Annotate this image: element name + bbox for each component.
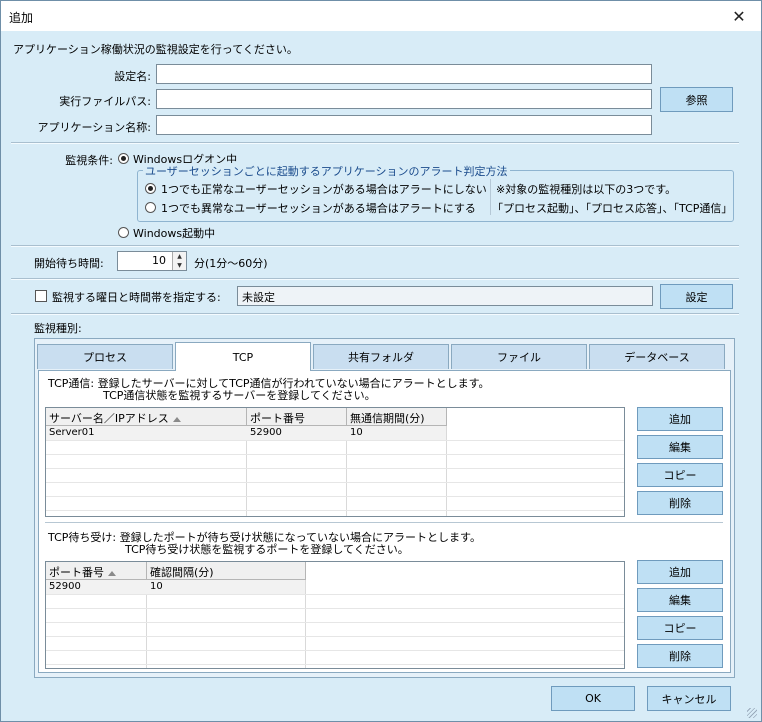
- column-header-listen-port-label: ポート番号: [49, 566, 104, 579]
- grid-line: [46, 622, 624, 623]
- radio-normal-session-label: 1つでも正常なユーザーセッションがある場合はアラートにしない: [161, 183, 487, 196]
- spin-up-icon[interactable]: ▲: [172, 252, 186, 261]
- grid-line: [46, 482, 624, 483]
- radio-abnormal-session[interactable]: [145, 202, 156, 213]
- tcp-listen-desc-2: TCP待ち受け状態を監視するポートを登録してください。: [125, 543, 409, 556]
- grid-line: [46, 608, 624, 609]
- tcp-comm-copy-button[interactable]: コピー: [637, 463, 723, 487]
- tcp-comm-desc-2: TCP通信状態を監視するサーバーを登録してください。: [103, 389, 376, 402]
- setting-name-label: 設定名:: [114, 70, 151, 83]
- sort-asc-icon: [108, 570, 116, 576]
- title-bar: 追加 ✕: [1, 1, 761, 31]
- app-name-label: アプリケーション名称:: [37, 121, 152, 134]
- tcp-listen-copy-button[interactable]: コピー: [637, 616, 723, 640]
- separator: [11, 313, 739, 315]
- grid-line: [46, 496, 624, 497]
- cancel-button[interactable]: キャンセル: [647, 686, 731, 711]
- grid-line: [46, 440, 624, 441]
- ok-button[interactable]: OK: [551, 686, 635, 711]
- schedule-label: 監視する曜日と時間帯を指定する:: [52, 291, 221, 304]
- grid-line: [46, 594, 624, 595]
- cell-listen-port: 52900: [49, 581, 81, 592]
- column-header-listen-port[interactable]: ポート番号: [46, 562, 147, 580]
- schedule-value: 未設定: [237, 286, 653, 306]
- alert-judgment-group-title: ユーザーセッションごとに起動するアプリケーションのアラート判定方法: [143, 163, 510, 179]
- radio-windows-startup[interactable]: [118, 227, 129, 238]
- tab-file[interactable]: ファイル: [451, 344, 587, 369]
- tcp-listen-add-button[interactable]: 追加: [637, 560, 723, 584]
- tcp-comm-add-button[interactable]: 追加: [637, 407, 723, 431]
- cell-server: Server01: [49, 427, 95, 438]
- tab-process[interactable]: プロセス: [37, 344, 173, 369]
- grid-line: [46, 454, 624, 455]
- intro-text: アプリケーション稼働状況の監視設定を行ってください。: [13, 43, 298, 56]
- note-line-1: ※対象の監視種別は以下の3つです。: [496, 183, 677, 196]
- wait-time-label: 開始待ち時間:: [34, 257, 104, 270]
- tab-shared-folder[interactable]: 共有フォルダ: [313, 344, 449, 369]
- tcp-comm-table[interactable]: サーバー名／IPアドレス ポート番号 無通信期間(分) Server01 529…: [45, 407, 625, 517]
- cell-check-interval: 10: [150, 581, 163, 592]
- grid-line: [46, 650, 624, 651]
- schedule-button[interactable]: 設定: [660, 284, 733, 309]
- tcp-comm-edit-button[interactable]: 編集: [637, 435, 723, 459]
- exe-path-label: 実行ファイルパス:: [59, 95, 151, 108]
- table-row[interactable]: Server01 52900 10: [46, 426, 446, 440]
- separator: [11, 142, 739, 144]
- column-header-server-label: サーバー名／IPアドレス: [49, 412, 169, 425]
- tab-tcp[interactable]: TCP: [175, 342, 311, 371]
- column-header-idle-period[interactable]: 無通信期間(分): [347, 408, 447, 426]
- grid-line: [46, 510, 624, 511]
- separator: [11, 245, 739, 247]
- cell-idle-period: 10: [350, 427, 363, 438]
- column-header-server[interactable]: サーバー名／IPアドレス: [46, 408, 247, 426]
- section-divider: [45, 522, 723, 523]
- browse-button[interactable]: 参照: [660, 87, 733, 112]
- note-line-2: 「プロセス起動」、「プロセス応答」、「TCP通信」: [492, 202, 733, 215]
- radio-windows-logon[interactable]: [118, 153, 129, 164]
- tab-database[interactable]: データベース: [589, 344, 725, 369]
- condition-label: 監視条件:: [65, 154, 113, 167]
- grid-line: [46, 636, 624, 637]
- tcp-listen-table[interactable]: ポート番号 確認間隔(分) 52900 10: [45, 561, 625, 669]
- monitor-type-label: 監視種別:: [34, 322, 82, 335]
- radio-abnormal-session-label: 1つでも異常なユーザーセッションがある場合はアラートにする: [161, 202, 476, 215]
- setting-name-input[interactable]: [156, 64, 652, 84]
- exe-path-input[interactable]: [156, 89, 652, 109]
- tcp-listen-delete-button[interactable]: 削除: [637, 644, 723, 668]
- column-header-port[interactable]: ポート番号: [247, 408, 347, 426]
- app-name-input[interactable]: [156, 115, 652, 135]
- sort-asc-icon: [172, 416, 181, 422]
- grid-line: [46, 468, 624, 469]
- grid-line: [46, 664, 624, 665]
- table-row[interactable]: 52900 10: [46, 580, 305, 594]
- separator: [11, 278, 739, 280]
- note-divider: [490, 179, 491, 215]
- column-header-check-interval[interactable]: 確認間隔(分): [147, 562, 306, 580]
- wait-time-value: 10: [152, 254, 166, 267]
- schedule-checkbox[interactable]: [35, 290, 47, 302]
- close-icon[interactable]: ✕: [717, 1, 761, 31]
- radio-normal-session[interactable]: [145, 183, 156, 194]
- spin-down-icon[interactable]: ▼: [172, 261, 186, 270]
- wait-time-spinner[interactable]: 10 ▲ ▼: [117, 251, 187, 271]
- tcp-listen-edit-button[interactable]: 編集: [637, 588, 723, 612]
- cell-port: 52900: [250, 427, 282, 438]
- radio-windows-startup-label: Windows起動中: [133, 227, 216, 240]
- add-dialog: 追加 ✕ アプリケーション稼働状況の監視設定を行ってください。 設定名: 実行フ…: [0, 0, 762, 722]
- window-title: 追加: [9, 11, 34, 25]
- wait-time-unit: 分(1分～60分): [194, 257, 268, 270]
- tcp-comm-delete-button[interactable]: 削除: [637, 491, 723, 515]
- resize-grip-icon[interactable]: [747, 708, 757, 718]
